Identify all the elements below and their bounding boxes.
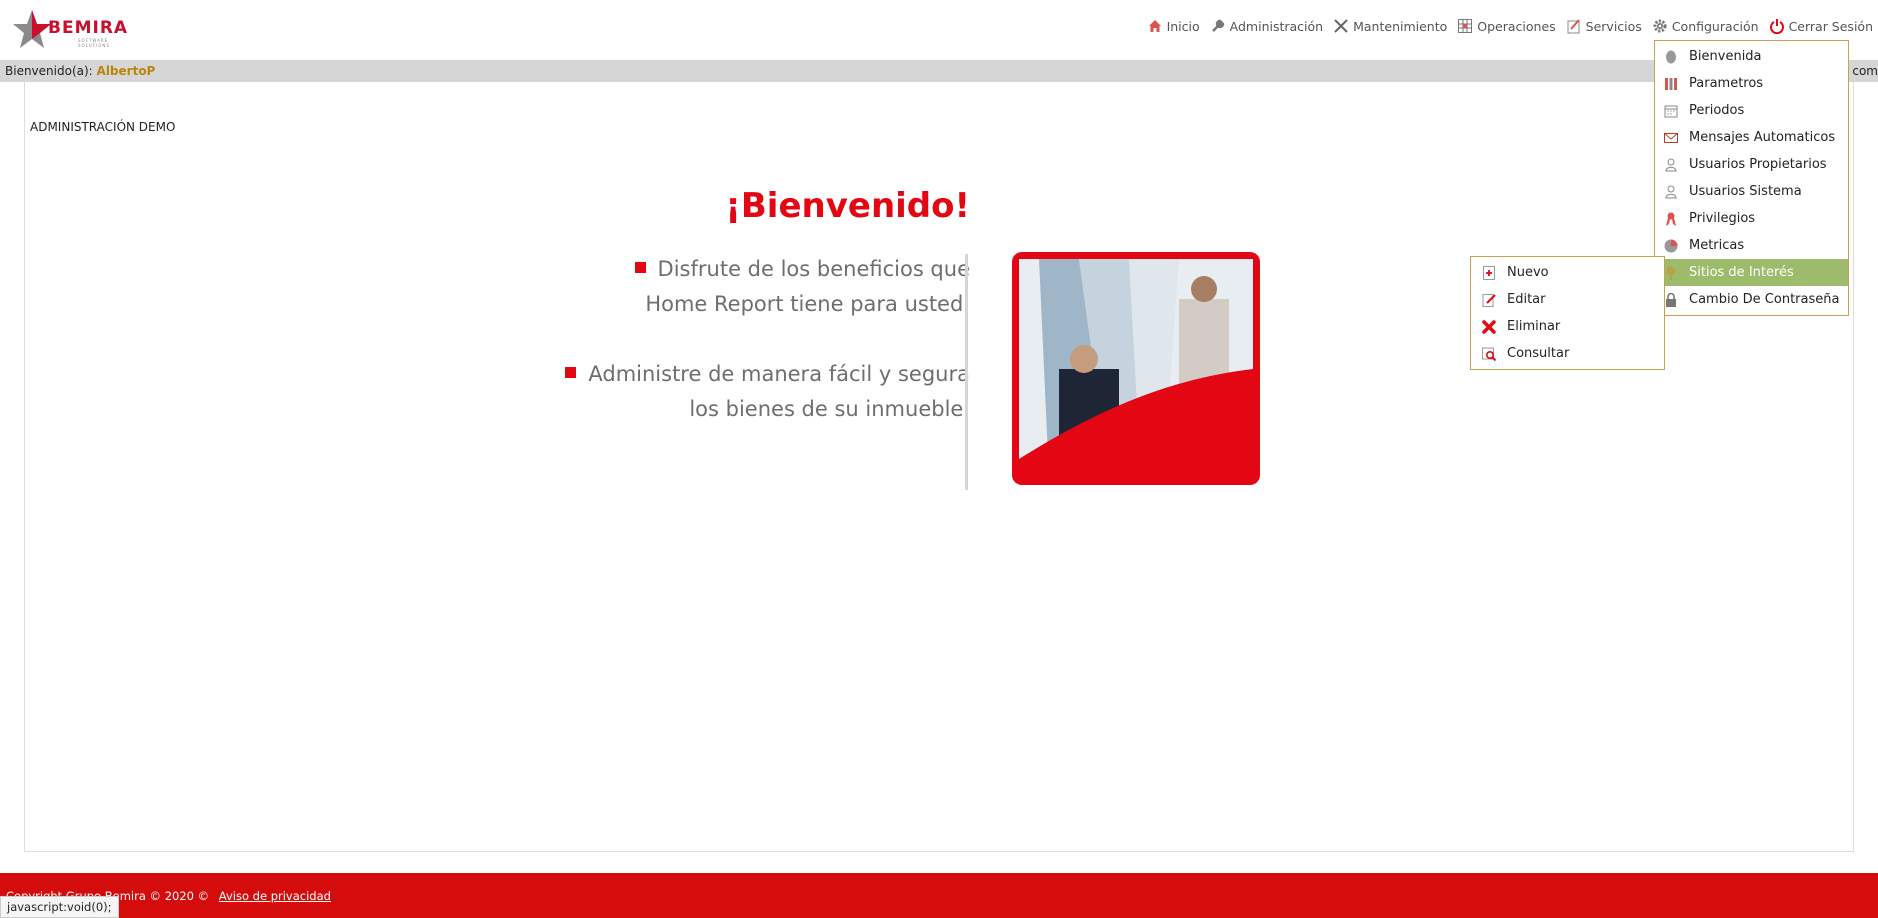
benefit-item: Disfrute de los beneficios que Home Repo… xyxy=(425,252,970,322)
configuracion-menu: Bienvenida Parametros Periodos Mensajes … xyxy=(1654,40,1849,316)
calendar-icon xyxy=(1664,105,1678,117)
menu-item-label: Cambio De Contraseña xyxy=(1689,292,1840,307)
handshake-image xyxy=(1012,252,1260,485)
menu-item-privilegios[interactable]: Privilegios xyxy=(1655,205,1848,232)
menu-item-label: Parametros xyxy=(1689,76,1764,91)
menu-item-bienvenida[interactable]: Bienvenida xyxy=(1655,43,1848,70)
menu-item-parametros[interactable]: Parametros xyxy=(1655,70,1848,97)
menu-item-metricas[interactable]: Metricas xyxy=(1655,232,1848,259)
submenu-item-consultar[interactable]: Consultar xyxy=(1471,340,1664,367)
top-bar: BEMIRA SOFTWARE SOLUTIONS Inicio Adminis… xyxy=(0,0,1878,60)
grid-icon xyxy=(1458,19,1473,33)
nav-label: Operaciones xyxy=(1477,18,1556,34)
menu-item-label: Bienvenida xyxy=(1689,49,1762,64)
welcome-suffix: com xyxy=(1852,64,1878,78)
username: AlbertoP xyxy=(96,64,156,78)
nav-servicios[interactable]: Servicios xyxy=(1566,18,1642,34)
menu-item-label: Sitios de Interés xyxy=(1689,265,1794,280)
submenu-item-eliminar[interactable]: Eliminar xyxy=(1471,313,1664,340)
benefit-line: Administre de manera fácil y segura xyxy=(588,362,970,386)
submenu-item-label: Consultar xyxy=(1507,346,1570,361)
nav-label: Servicios xyxy=(1585,18,1642,34)
menu-item-label: Metricas xyxy=(1689,238,1745,253)
edit-icon xyxy=(1482,293,1496,307)
menu-item-label: Mensajes Automaticos xyxy=(1689,130,1836,145)
lock-icon xyxy=(1666,292,1676,307)
submenu-item-editar[interactable]: Editar xyxy=(1471,286,1664,313)
new-icon xyxy=(1483,265,1495,280)
footer: Copyright Grupo Bemira © 2020 © Aviso de… xyxy=(0,873,1878,918)
welcome-prefix: Bienvenido(a): xyxy=(5,64,93,78)
pie-icon xyxy=(1664,239,1678,252)
parameters-icon xyxy=(1665,77,1677,90)
home-icon xyxy=(1148,20,1161,32)
benefit-line: los bienes de su inmueble. xyxy=(689,397,970,421)
user-icon xyxy=(1665,185,1677,198)
gear-icon xyxy=(1653,19,1667,33)
bemira-logo[interactable]: BEMIRA SOFTWARE SOLUTIONS xyxy=(12,8,142,50)
nav-label: Mantenimiento xyxy=(1353,18,1448,34)
handshake-photo xyxy=(1019,259,1253,478)
privacy-link[interactable]: Aviso de privacidad xyxy=(219,889,331,903)
menu-item-usuarios-propietarios[interactable]: Usuarios Propietarios xyxy=(1655,151,1848,178)
nav-label: Inicio xyxy=(1166,18,1200,34)
benefit-item: Administre de manera fácil y segura los … xyxy=(425,357,970,427)
benefit-line: Disfrute de los beneficios que xyxy=(657,257,970,281)
welcome-title: ¡Bienvenido! xyxy=(725,186,970,226)
browser-status-bar: javascript:void(0); xyxy=(0,896,119,918)
organization-name: ADMINISTRACIÓN DEMO xyxy=(30,120,176,134)
menu-item-sitios-de-interes[interactable]: Sitios de Interés xyxy=(1655,259,1848,286)
welcome-bar: Bienvenido(a): AlbertoP com xyxy=(0,60,1878,82)
leaf-icon xyxy=(1666,50,1676,63)
benefit-line: Home Report tiene para usted. xyxy=(645,292,970,316)
menu-item-mensajes[interactable]: Mensajes Automaticos xyxy=(1655,124,1848,151)
bullet-square-icon xyxy=(634,262,646,273)
divider xyxy=(965,254,968,490)
nav-label: Configuración xyxy=(1671,18,1759,34)
nav-cerrar-sesion[interactable]: Cerrar Sesión xyxy=(1769,18,1873,34)
logo-subtitle: SOFTWARE SOLUTIONS xyxy=(78,38,110,48)
logo-text: BEMIRA xyxy=(48,18,129,38)
search-icon xyxy=(1482,347,1497,361)
nav-label: Administración xyxy=(1229,18,1324,34)
menu-item-usuarios-sistema[interactable]: Usuarios Sistema xyxy=(1655,178,1848,205)
envelope-icon xyxy=(1664,132,1678,143)
nav-administracion[interactable]: Administración xyxy=(1210,18,1323,34)
menu-item-cambio-contrasena[interactable]: Cambio De Contraseña xyxy=(1655,286,1848,313)
bullet-square-icon xyxy=(565,367,577,378)
main-content: ADMINISTRACIÓN DEMO ¡Bienvenido! Disfrut… xyxy=(24,82,1854,852)
menu-item-periodos[interactable]: Periodos xyxy=(1655,97,1848,124)
nav-inicio[interactable]: Inicio xyxy=(1147,18,1200,34)
submenu-item-label: Nuevo xyxy=(1507,265,1549,280)
pin-icon xyxy=(1666,266,1676,280)
menu-item-label: Usuarios Sistema xyxy=(1689,184,1802,199)
delete-icon xyxy=(1482,319,1496,334)
tools-icon xyxy=(1334,19,1348,33)
power-icon xyxy=(1769,19,1784,34)
nav-label: Cerrar Sesión xyxy=(1788,18,1873,34)
sitios-submenu: Nuevo Editar Eliminar Consultar xyxy=(1470,256,1665,370)
wrench-icon xyxy=(1211,19,1224,32)
star-logo-icon xyxy=(13,10,51,48)
benefits-list: Disfrute de los beneficios que Home Repo… xyxy=(425,252,970,462)
nav-operaciones[interactable]: Operaciones xyxy=(1457,18,1556,34)
submenu-item-nuevo[interactable]: Nuevo xyxy=(1471,259,1664,286)
services-icon xyxy=(1567,19,1580,34)
menu-item-label: Privilegios xyxy=(1689,211,1756,226)
user-icon xyxy=(1665,158,1677,171)
nav-configuracion[interactable]: Configuración xyxy=(1652,18,1759,34)
submenu-item-label: Eliminar xyxy=(1507,319,1561,334)
menu-item-label: Periodos xyxy=(1689,103,1745,118)
nav-mantenimiento[interactable]: Mantenimiento xyxy=(1333,18,1447,34)
ribbon-icon xyxy=(1666,212,1676,226)
menu-item-label: Usuarios Propietarios xyxy=(1689,157,1827,172)
main-nav: Inicio Administración Mantenimiento Oper… xyxy=(1147,18,1873,34)
submenu-item-label: Editar xyxy=(1507,292,1546,307)
